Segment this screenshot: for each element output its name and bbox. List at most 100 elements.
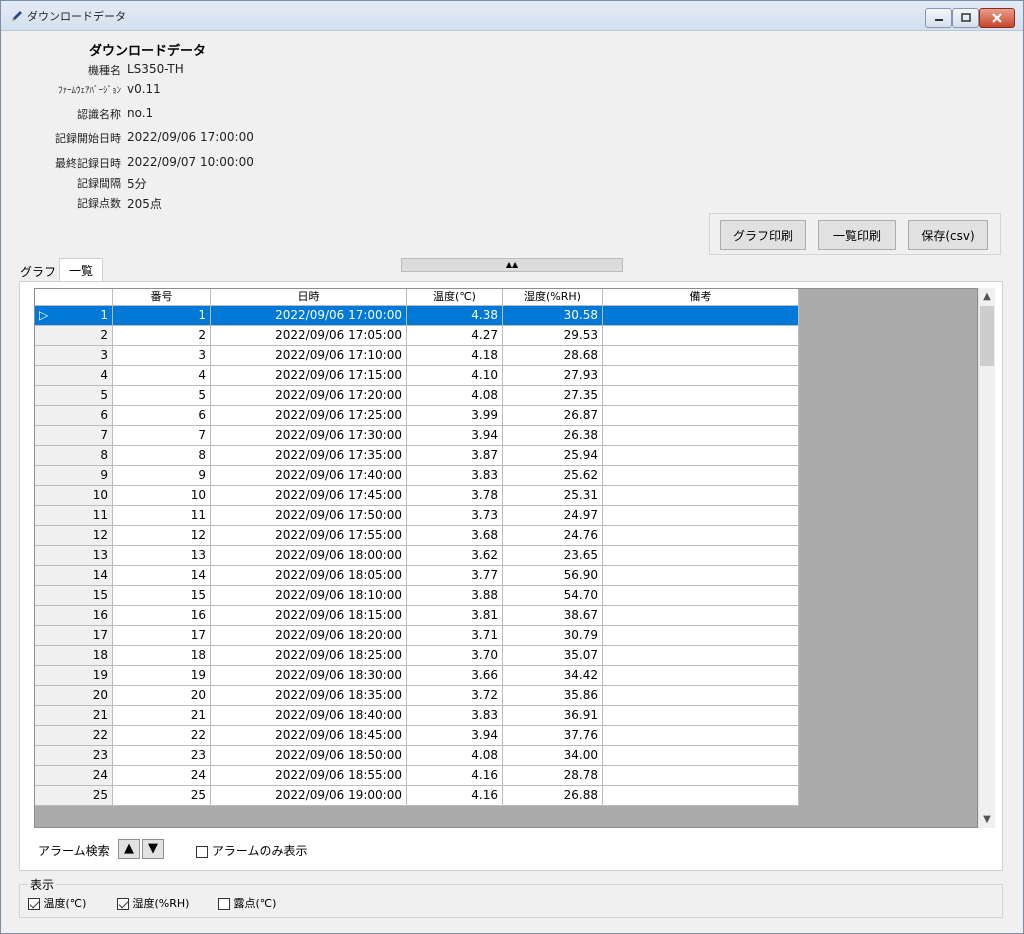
cell-number: 15 (113, 586, 211, 606)
column-header-number[interactable]: 番号 (113, 289, 211, 306)
column-header-humidity[interactable]: 湿度(%RH) (503, 289, 603, 306)
maximize-button[interactable] (952, 8, 979, 28)
cell-row-header[interactable]: 23 (35, 746, 113, 766)
alarm-only-option[interactable]: アラームのみ表示 (196, 842, 307, 859)
alarm-prev-button[interactable]: ▲ (118, 839, 140, 859)
cell-row-header[interactable]: 8 (35, 446, 113, 466)
table-row[interactable]: 6 6 2022/09/06 17:25:00 3.99 26.87 (35, 406, 799, 426)
table-row[interactable]: 17 17 2022/09/06 18:20:00 3.71 30.79 (35, 626, 799, 646)
cell-row-header[interactable]: 6 (35, 406, 113, 426)
column-header-datetime[interactable]: 日時 (211, 289, 407, 306)
table-row[interactable]: 2 2 2022/09/06 17:05:00 4.27 29.53 (35, 326, 799, 346)
cell-row-header[interactable]: 2 (35, 326, 113, 346)
cell-temperature: 3.99 (407, 406, 503, 426)
table-row[interactable]: 11 11 2022/09/06 17:50:00 3.73 24.97 (35, 506, 799, 526)
record-interval-value: 5分 (127, 177, 147, 191)
window-title: ダウンロードデータ (27, 10, 126, 23)
cell-row-header[interactable]: 13 (35, 546, 113, 566)
cell-humidity: 24.97 (503, 506, 603, 526)
table-row[interactable]: 20 20 2022/09/06 18:35:00 3.72 35.86 (35, 686, 799, 706)
show-temperature-option[interactable]: 温度(℃) (28, 895, 86, 911)
cell-row-header[interactable]: 11 (35, 506, 113, 526)
cell-datetime: 2022/09/06 18:20:00 (211, 626, 407, 646)
save-csv-button[interactable]: 保存(csv) (908, 220, 988, 250)
cell-row-header[interactable]: 19 (35, 666, 113, 686)
cell-number: 13 (113, 546, 211, 566)
cell-row-header[interactable]: 20 (35, 686, 113, 706)
vertical-scrollbar[interactable]: ▲ ▼ (978, 288, 995, 828)
table-row[interactable]: 19 19 2022/09/06 18:30:00 3.66 34.42 (35, 666, 799, 686)
cell-datetime: 2022/09/06 17:05:00 (211, 326, 407, 346)
alarm-next-button[interactable]: ▼ (142, 839, 164, 859)
cell-number: 25 (113, 786, 211, 806)
collapse-toggle[interactable]: ▲▲ (401, 258, 623, 272)
cell-row-header[interactable]: 18 (35, 646, 113, 666)
cell-row-header[interactable]: 3 (35, 346, 113, 366)
table-row[interactable]: 22 22 2022/09/06 18:45:00 3.94 37.76 (35, 726, 799, 746)
scroll-up-arrow-icon[interactable]: ▲ (979, 288, 995, 305)
minimize-button[interactable] (925, 8, 952, 28)
table-row[interactable]: 16 16 2022/09/06 18:15:00 3.81 38.67 (35, 606, 799, 626)
identifier-value: no.1 (127, 106, 154, 120)
cell-row-header[interactable]: 17 (35, 626, 113, 646)
cell-row-header[interactable]: 14 (35, 566, 113, 586)
cell-row-header[interactable]: 7 (35, 426, 113, 446)
cell-row-header[interactable]: 24 (35, 766, 113, 786)
table-row[interactable]: 24 24 2022/09/06 18:55:00 4.16 28.78 (35, 766, 799, 786)
column-header-remarks[interactable]: 備考 (603, 289, 799, 306)
cell-datetime: 2022/09/06 17:10:00 (211, 346, 407, 366)
cell-row-header[interactable]: 16 (35, 606, 113, 626)
show-dewpoint-option[interactable]: 露点(℃) (218, 895, 276, 911)
show-temperature-checkbox[interactable] (28, 898, 40, 910)
table-row[interactable]: 5 5 2022/09/06 17:20:00 4.08 27.35 (35, 386, 799, 406)
tab-graph[interactable]: グラフ (19, 261, 57, 282)
cell-row-header[interactable]: 4 (35, 366, 113, 386)
graph-print-button[interactable]: グラフ印刷 (720, 220, 806, 250)
table-row[interactable]: 12 12 2022/09/06 17:55:00 3.68 24.76 (35, 526, 799, 546)
cell-row-header[interactable]: 5 (35, 386, 113, 406)
table-row[interactable]: 21 21 2022/09/06 18:40:00 3.83 36.91 (35, 706, 799, 726)
cell-row-header[interactable]: 22 (35, 726, 113, 746)
table-row[interactable]: 13 13 2022/09/06 18:00:00 3.62 23.65 (35, 546, 799, 566)
cell-row-header[interactable]: 25 (35, 786, 113, 806)
table-row[interactable]: 25 25 2022/09/06 19:00:00 4.16 26.88 (35, 786, 799, 806)
table-row[interactable]: 8 8 2022/09/06 17:35:00 3.87 25.94 (35, 446, 799, 466)
cell-humidity: 27.93 (503, 366, 603, 386)
table-row[interactable]: 9 9 2022/09/06 17:40:00 3.83 25.62 (35, 466, 799, 486)
table-row[interactable]: 14 14 2022/09/06 18:05:00 3.77 56.90 (35, 566, 799, 586)
table-row[interactable]: 15 15 2022/09/06 18:10:00 3.88 54.70 (35, 586, 799, 606)
scroll-thumb[interactable] (980, 306, 994, 366)
table-row[interactable]: ▷ 1 1 2022/09/06 17:00:00 4.38 30.58 (35, 306, 799, 326)
cell-row-header[interactable]: 15 (35, 586, 113, 606)
record-start-value: 2022/09/06 17:00:00 (127, 130, 254, 144)
table-row[interactable]: 7 7 2022/09/06 17:30:00 3.94 26.38 (35, 426, 799, 446)
table-row[interactable]: 4 4 2022/09/06 17:15:00 4.10 27.93 (35, 366, 799, 386)
cell-datetime: 2022/09/06 18:45:00 (211, 726, 407, 746)
table-row[interactable]: 23 23 2022/09/06 18:50:00 4.08 34.00 (35, 746, 799, 766)
column-header-row-header[interactable] (35, 289, 113, 306)
column-header-temperature[interactable]: 温度(℃) (407, 289, 503, 306)
scroll-down-arrow-icon[interactable]: ▼ (979, 811, 995, 828)
list-print-button[interactable]: 一覧印刷 (818, 220, 896, 250)
table-row[interactable]: 18 18 2022/09/06 18:25:00 3.70 35.07 (35, 646, 799, 666)
cell-row-header[interactable]: 10 (35, 486, 113, 506)
alarm-only-checkbox[interactable] (196, 845, 208, 858)
cell-row-header[interactable]: 9 (35, 466, 113, 486)
close-button[interactable] (979, 8, 1015, 28)
show-humidity-checkbox[interactable] (117, 898, 129, 910)
tab-list[interactable]: 一覧 (59, 258, 103, 282)
table-row[interactable]: 3 3 2022/09/06 17:10:00 4.18 28.68 (35, 346, 799, 366)
title-bar[interactable]: ダウンロードデータ (1, 1, 1023, 31)
cell-row-header[interactable]: 12 (35, 526, 113, 546)
show-dewpoint-checkbox[interactable] (218, 898, 230, 910)
cell-row-header[interactable]: ▷ 1 (35, 306, 113, 326)
cell-temperature: 3.88 (407, 586, 503, 606)
list-tab-panel: 番号 日時 温度(℃) 湿度(%RH) 備考 ▷ 1 1 2022/09/06 17:00:0… (19, 281, 1003, 871)
data-grid[interactable]: 番号 日時 温度(℃) 湿度(%RH) 備考 ▷ 1 1 2022/09/06 17:00:0… (34, 288, 978, 828)
table-row[interactable]: 10 10 2022/09/06 17:45:00 3.78 25.31 (35, 486, 799, 506)
cell-remarks (603, 566, 799, 586)
show-humidity-option[interactable]: 湿度(%RH) (117, 895, 189, 911)
cell-remarks (603, 306, 799, 326)
cell-temperature: 3.94 (407, 726, 503, 746)
cell-row-header[interactable]: 21 (35, 706, 113, 726)
